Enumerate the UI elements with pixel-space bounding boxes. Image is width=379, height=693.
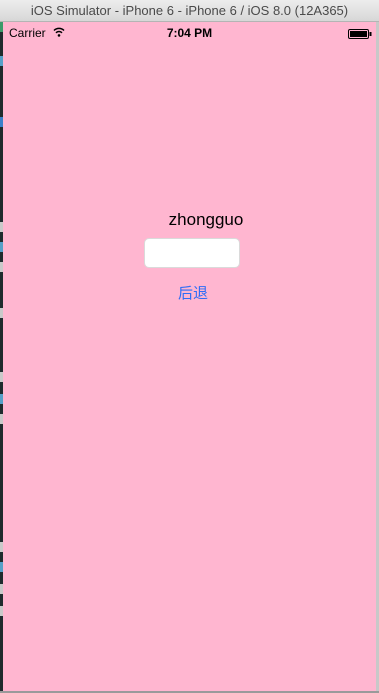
status-bar: Carrier 7:04 PM <box>3 22 376 44</box>
app-screen: Carrier 7:04 PM zhongguo 后退 <box>3 22 376 691</box>
simulator-window: iOS Simulator - iPhone 6 - iPhone 6 / iO… <box>0 0 379 693</box>
back-button[interactable]: 后退 <box>163 282 223 304</box>
name-label: zhongguo <box>168 210 244 229</box>
status-time: 7:04 PM <box>166 26 213 40</box>
battery-full-icon <box>348 29 372 39</box>
window-titlebar[interactable]: iOS Simulator - iPhone 6 - iPhone 6 / iO… <box>0 0 379 22</box>
text-input[interactable] <box>144 238 240 268</box>
